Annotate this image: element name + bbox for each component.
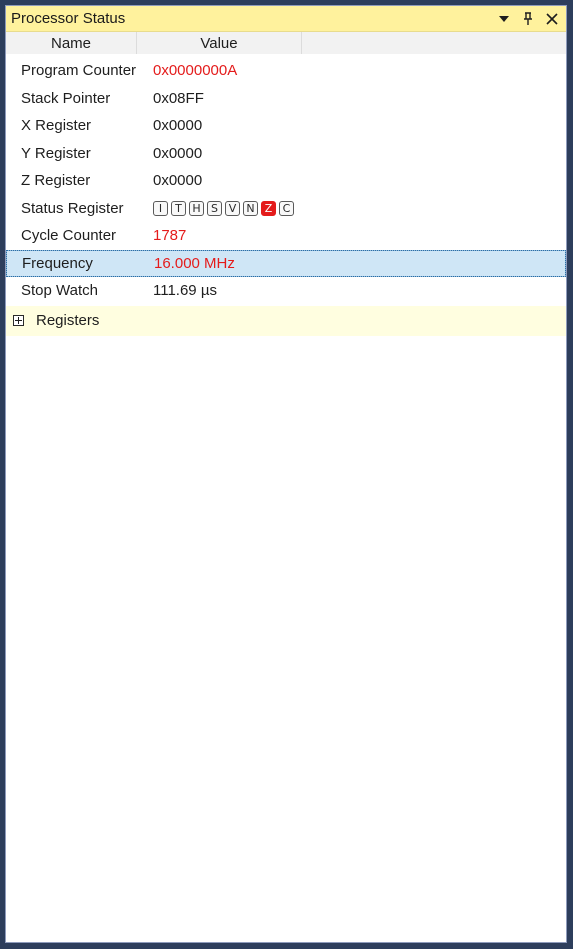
panel-title: Processor Status [11,10,126,27]
row-stop-watch[interactable]: Stop Watch 111.69 µs [6,277,566,305]
row-x-register[interactable]: X Register 0x0000 [6,112,566,140]
flag-s[interactable]: S [207,200,222,216]
row-value: 0x0000000A [153,62,238,80]
group-label: Registers [36,312,100,329]
row-name: Cycle Counter [21,227,117,245]
row-program-counter[interactable]: Program Counter 0x0000000A [6,57,566,85]
close-icon[interactable] [544,11,560,27]
flag-h[interactable]: H [189,200,204,216]
flag-t[interactable]: T [171,200,186,216]
registers-group[interactable]: Registers [6,305,566,336]
row-value: 0x0000 [153,144,203,162]
pin-icon[interactable] [520,11,536,27]
row-name: Program Counter [21,62,137,80]
row-name: Status Register [21,199,124,217]
row-name: X Register [21,117,92,135]
row-value: 1787 [153,227,187,245]
panel-title-bar[interactable]: Processor Status [6,6,566,32]
row-value: 16.000 MHz [154,254,235,272]
row-name: Y Register [21,144,91,162]
status-flags: I T H S V N Z C [153,200,294,216]
row-y-register[interactable]: Y Register 0x0000 [6,140,566,168]
column-header: Name Value [6,32,566,55]
row-value: 0x08FF [153,89,204,107]
property-grid: Program Counter 0x0000000A Stack Pointer… [6,55,566,336]
row-stack-pointer[interactable]: Stack Pointer 0x08FF [6,85,566,113]
row-name: Stack Pointer [21,89,111,107]
title-actions [496,11,560,27]
row-name: Z Register [21,172,91,190]
chevron-down-icon[interactable] [496,11,512,27]
row-value: 0x0000 [153,172,203,190]
row-name: Stop Watch [21,282,98,300]
flag-v[interactable]: V [225,200,240,216]
column-header-name[interactable]: Name [6,32,137,54]
flag-i[interactable]: I [153,200,168,216]
flag-c[interactable]: C [279,200,294,216]
row-name: Frequency [22,254,93,272]
flag-n[interactable]: N [243,200,258,216]
processor-status-panel: Processor Status Name Value Program Coun… [5,5,567,943]
flag-z[interactable]: Z [261,200,276,216]
row-cycle-counter[interactable]: Cycle Counter 1787 [6,222,566,250]
row-frequency[interactable]: Frequency 16.000 MHz [6,249,566,277]
row-z-register[interactable]: Z Register 0x0000 [6,167,566,195]
column-header-value[interactable]: Value [137,32,302,54]
row-status-register[interactable]: Status Register I T H S V N Z C [6,195,566,223]
plus-box-icon[interactable] [13,315,24,326]
row-value: 111.69 µs [153,282,217,300]
row-value: 0x0000 [153,117,203,135]
